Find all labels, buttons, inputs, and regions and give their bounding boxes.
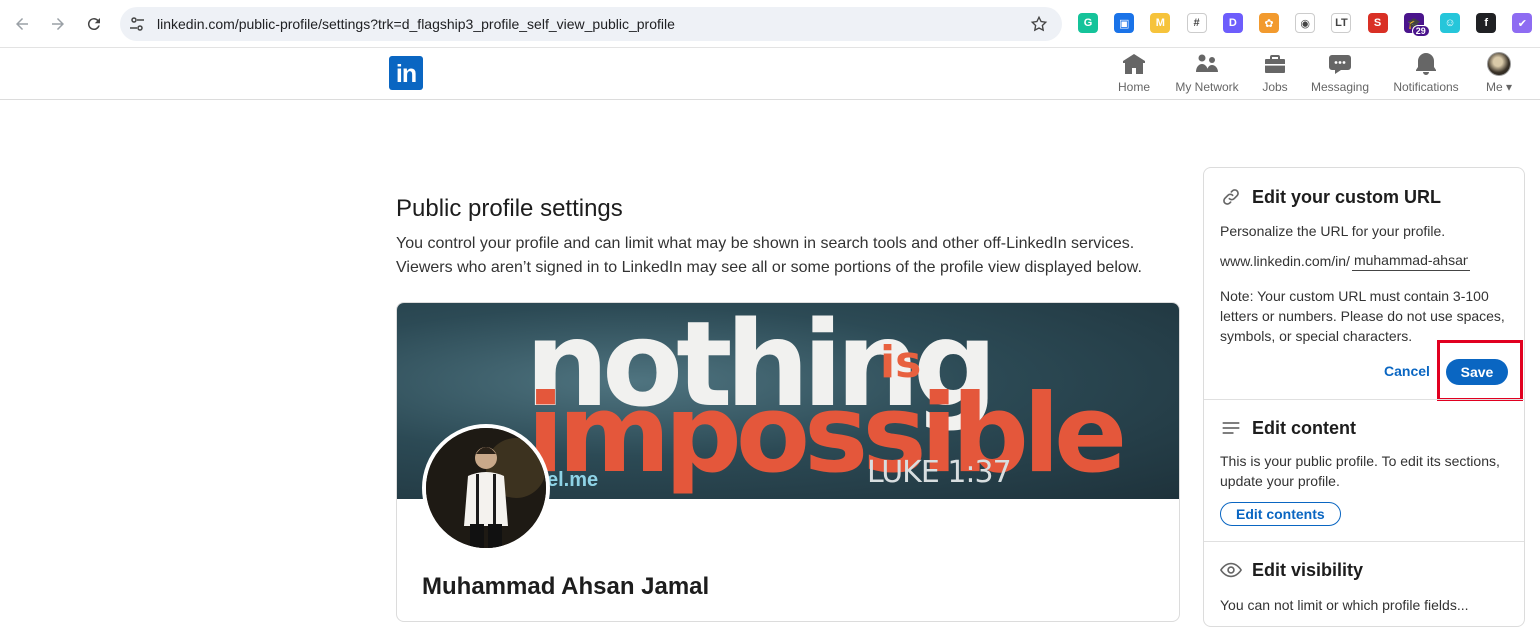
custom-url-row: www.linkedin.com/in/ bbox=[1220, 252, 1470, 271]
profile-photo bbox=[422, 424, 550, 552]
url-prefix: www.linkedin.com/in/ bbox=[1220, 253, 1350, 269]
edit-content-heading: Edit content bbox=[1220, 417, 1508, 439]
reload-icon bbox=[87, 18, 100, 31]
eye-icon bbox=[1220, 559, 1242, 581]
network-icon bbox=[1196, 54, 1218, 72]
caret-down-icon: ▾ bbox=[1505, 80, 1513, 94]
nav-notifications[interactable]: Notifications bbox=[1389, 52, 1463, 98]
cancel-button[interactable]: Cancel bbox=[1384, 363, 1430, 379]
edit-visibility-section: Edit visibility You can not limit or whi… bbox=[1204, 559, 1524, 615]
banner-watermark: el.me bbox=[547, 469, 599, 491]
linkedin-header: in Home My Network Jobs Messaging Notifi… bbox=[0, 48, 1540, 100]
sunflower-extension[interactable]: ✿ bbox=[1259, 13, 1279, 33]
link-icon bbox=[1220, 186, 1242, 208]
extension-badge: 29 bbox=[1411, 25, 1430, 37]
save-button[interactable]: Save bbox=[1446, 359, 1508, 385]
lines-icon bbox=[1220, 417, 1242, 439]
edit-visibility-heading: Edit visibility bbox=[1220, 559, 1508, 581]
m-extension[interactable]: M bbox=[1150, 13, 1171, 33]
camera-extension[interactable]: ◉ bbox=[1295, 13, 1316, 33]
main-content: Public profile settings You control your… bbox=[396, 195, 1181, 280]
f-extension[interactable]: f bbox=[1476, 13, 1497, 33]
custom-url-section: Edit your custom URL Personalize the URL… bbox=[1204, 186, 1524, 241]
public-profile-preview: nothing is impossible LUKE 1:37 el.me Mu… bbox=[396, 302, 1180, 622]
screenshot-extension[interactable]: ▣ bbox=[1114, 13, 1135, 33]
hashtag-extension[interactable]: # bbox=[1186, 13, 1207, 33]
nav-me-label: Me ▾ bbox=[1485, 80, 1513, 94]
edit-content-text: This is your public profile. To edit its… bbox=[1220, 453, 1500, 489]
home-icon bbox=[1123, 54, 1145, 74]
edit-visibility-text: You can not limit or which profile field… bbox=[1220, 597, 1469, 613]
url-text[interactable]: linkedin.com/public-profile/settings?trk… bbox=[157, 16, 675, 32]
profile-name: Muhammad Ahsan Jamal bbox=[422, 573, 710, 600]
custom-url-subtitle: Personalize the URL for your profile. bbox=[1220, 223, 1446, 239]
page-title: Public profile settings bbox=[396, 195, 623, 222]
d-extension[interactable]: D bbox=[1222, 13, 1243, 33]
banner-text-line2: impossible bbox=[527, 372, 1127, 497]
briefcase-icon bbox=[1265, 55, 1285, 73]
nav-jobs-label: Jobs bbox=[1262, 80, 1288, 94]
reload-button[interactable] bbox=[82, 12, 106, 36]
nav-home[interactable]: Home bbox=[1114, 52, 1154, 98]
bookmark-star-icon[interactable] bbox=[1030, 15, 1048, 38]
grammarly-extension[interactable]: G bbox=[1078, 13, 1098, 33]
nav-my-network-label: My Network bbox=[1175, 80, 1239, 94]
s-extension[interactable]: S bbox=[1367, 13, 1388, 33]
divider bbox=[1204, 541, 1524, 542]
lt-extension[interactable]: LT bbox=[1331, 13, 1352, 33]
nav-me[interactable]: Me ▾ bbox=[1481, 52, 1517, 98]
address-bar[interactable]: linkedin.com/public-profile/settings?trk… bbox=[120, 7, 1062, 41]
browser-toolbar: linkedin.com/public-profile/settings?trk… bbox=[0, 0, 1540, 48]
check-extension[interactable]: ✔ bbox=[1512, 13, 1533, 33]
site-settings-icon[interactable] bbox=[129, 16, 145, 37]
back-button[interactable] bbox=[10, 12, 34, 36]
edit-contents-button[interactable]: Edit contents bbox=[1220, 502, 1341, 526]
nav-notifications-label: Notifications bbox=[1393, 80, 1459, 94]
edit-content-section: Edit content This is your public profile… bbox=[1204, 417, 1524, 491]
nav-my-network[interactable]: My Network bbox=[1170, 52, 1244, 98]
page-description: You control your profile and can limit w… bbox=[396, 235, 1142, 276]
divider bbox=[1204, 399, 1524, 400]
nav-messaging-label: Messaging bbox=[1310, 80, 1370, 94]
settings-sidebar: Edit your custom URL Personalize the URL… bbox=[1203, 167, 1525, 627]
nav-home-label: Home bbox=[1117, 80, 1150, 94]
smiley-extension[interactable]: ☺ bbox=[1440, 13, 1460, 33]
nav-jobs[interactable]: Jobs bbox=[1258, 52, 1292, 98]
banner-text-verse: LUKE 1:37 bbox=[867, 455, 1012, 490]
nav-messaging[interactable]: Messaging bbox=[1308, 52, 1372, 98]
messaging-icon bbox=[1329, 55, 1351, 74]
avatar bbox=[1487, 52, 1511, 76]
custom-url-note: Note: Your custom URL must contain 3-100… bbox=[1220, 288, 1505, 344]
bell-icon bbox=[1416, 53, 1436, 75]
linkedin-logo[interactable]: in bbox=[389, 56, 423, 90]
arrow-right-icon bbox=[52, 18, 64, 30]
arrow-left-icon bbox=[16, 18, 28, 30]
custom-url-input[interactable] bbox=[1351, 252, 1470, 271]
forward-button[interactable] bbox=[46, 12, 70, 36]
custom-url-heading: Edit your custom URL bbox=[1220, 186, 1508, 208]
